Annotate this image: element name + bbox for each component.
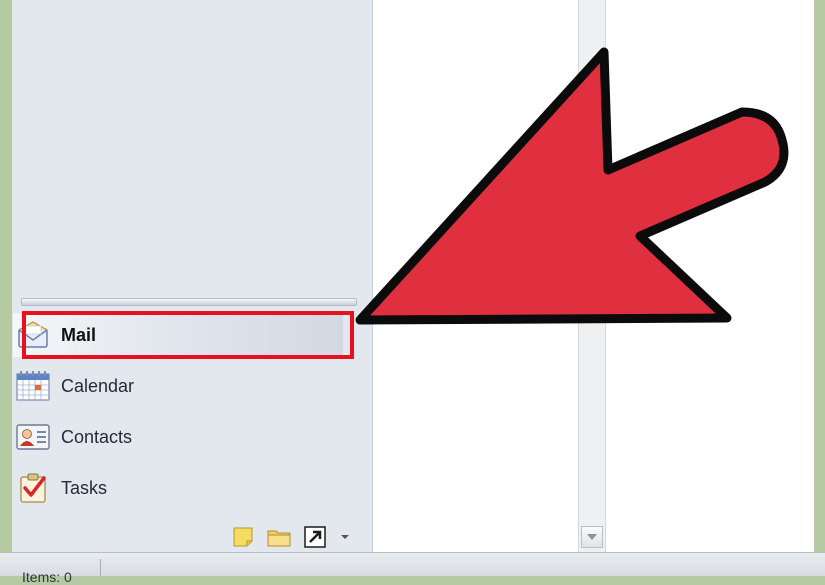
mail-icon: [15, 317, 51, 353]
contacts-icon: [15, 419, 51, 455]
nav-item-label: Contacts: [61, 426, 133, 447]
status-separator: [100, 559, 101, 576]
nav-item-label: Calendar: [61, 375, 135, 396]
nav-item-mail[interactable]: Mail: [13, 313, 343, 357]
shortcuts-icon[interactable]: [302, 524, 328, 550]
status-items-count: Items: 0: [22, 569, 72, 585]
nav-item-contacts[interactable]: Contacts: [13, 415, 343, 459]
scroll-down-button[interactable]: [581, 526, 603, 548]
nav-pane-mini-toolbar: [220, 524, 352, 550]
vertical-scrollbar[interactable]: [578, 0, 606, 552]
nav-item-tasks[interactable]: Tasks: [13, 466, 343, 510]
nav-item-label: Mail: [61, 324, 97, 345]
tasks-icon: [15, 470, 51, 506]
configure-buttons-chevron-icon[interactable]: [338, 524, 352, 550]
status-bar: Items: 0: [0, 552, 825, 585]
folder-icon[interactable]: [266, 524, 292, 550]
nav-pane-splitter[interactable]: [21, 298, 357, 306]
notes-icon[interactable]: [230, 524, 256, 550]
nav-item-calendar[interactable]: Calendar: [13, 364, 343, 408]
calendar-icon: [15, 368, 51, 404]
nav-item-label: Tasks: [61, 477, 108, 498]
